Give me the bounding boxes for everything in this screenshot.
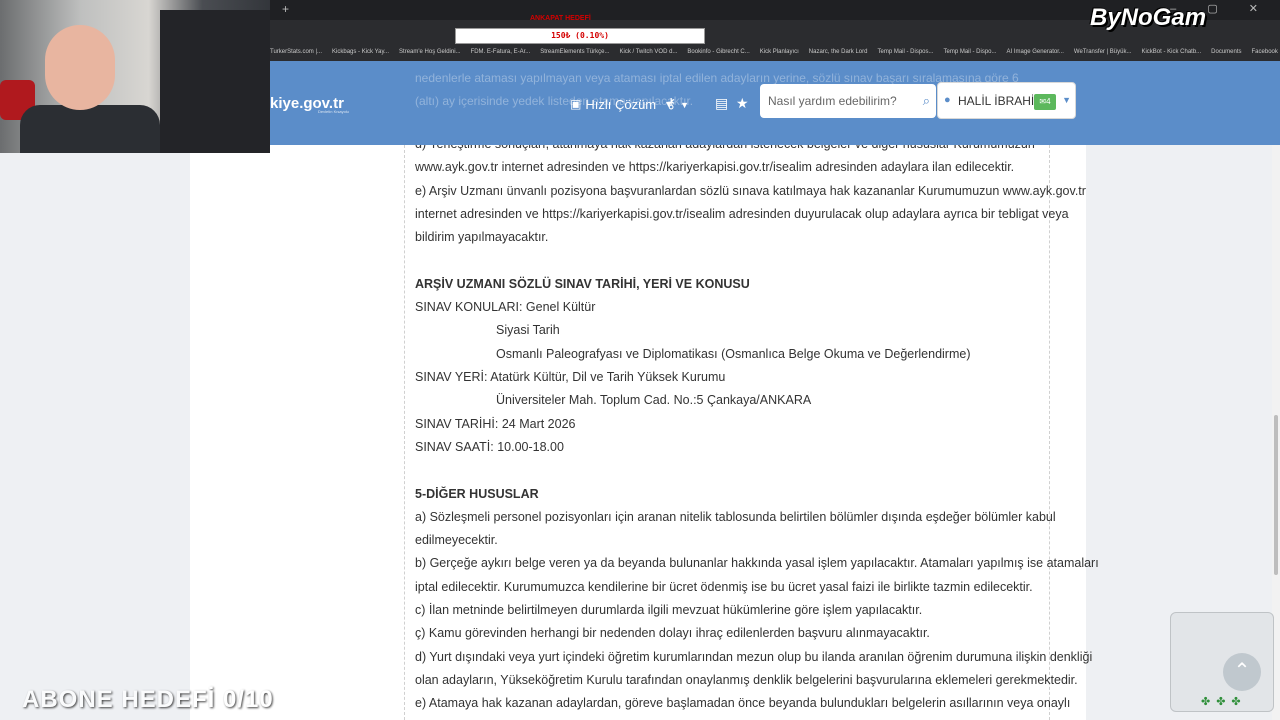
chevron-down-icon: ▼: [1062, 95, 1071, 105]
donation-goal-label: ANKAPAT HEDEFİ: [530, 15, 591, 22]
text-line: SINAV KONULARI: Genel Kültür: [415, 300, 596, 315]
star-icon[interactable]: ★: [736, 95, 749, 112]
card-icon[interactable]: ▤: [715, 95, 728, 112]
text-line: SINAV SAATİ: 10.00-18.00: [415, 439, 564, 454]
channel-logo: ByNoGam: [1090, 4, 1207, 31]
bookmark-item[interactable]: KickBot - Kick Chatb...: [1141, 44, 1201, 61]
text-line: SINAV YERİ: Atatürk Kültür, Dil ve Tarih…: [415, 370, 726, 384]
webcam-overlay: [0, 0, 270, 153]
section-heading: ARŞİV UZMANI SÖZLÜ SINAV TARİHİ, YERİ VE…: [415, 276, 750, 291]
bookmark-item[interactable]: WeTransfer | Büyük...: [1074, 44, 1132, 61]
bookmark-item[interactable]: AI Image Generator...: [1007, 44, 1064, 61]
bookmark-item[interactable]: Bookinfo - Gibrecht C...: [687, 44, 749, 61]
text-line: ç) Kamu görevinden herhangi bir nedenden…: [415, 626, 930, 641]
clover-icons: ✤✤✤: [1201, 696, 1247, 708]
bookmark-item[interactable]: Kickbags - Kick Yay...: [332, 44, 389, 61]
streamer-face: [45, 25, 115, 110]
text-line: SINAV TARİHİ: 24 Mart 2026: [415, 416, 576, 431]
user-menu[interactable]: ● HALİL İBRAHİM ✉4 ▼: [937, 82, 1076, 119]
text-line: bildirim yapılmayacaktır.: [415, 230, 549, 245]
bookmark-item[interactable]: Kick / Twitch VOD d...: [620, 44, 678, 61]
gaming-chair: [160, 10, 270, 153]
text-line: d) Yurt dışındaki veya yurt içindeki öğr…: [415, 649, 1093, 664]
search-box[interactable]: Nasıl yardım edebilirim? ⌕: [760, 84, 936, 118]
text-line: Siyasi Tarih: [496, 323, 560, 338]
text-line: iptal edilecektir. Kurumumuzca kendileri…: [415, 579, 1033, 594]
mail-badge[interactable]: ✉4: [1034, 94, 1056, 110]
bookmark-item[interactable]: StreamElements Türkçe...: [540, 44, 609, 61]
text-line: e) Arşiv Uzmanı ünvanlı pozisyona başvur…: [415, 183, 1086, 198]
section-heading: 5-DİĞER HUSUSLAR: [415, 486, 539, 501]
text-line: b) Gerçeğe aykırı belge veren ya da beya…: [415, 556, 1099, 571]
quick-solution-menu[interactable]: ▣ Hızlı Çözüm ▼: [570, 93, 673, 115]
text-line: internet adresinden ve https://kariyerka…: [415, 206, 1069, 221]
bookmark-item[interactable]: FDM. E-Fatura, E-Ar...: [471, 44, 531, 61]
donation-goal-counter: 150₺ (0.10%): [455, 28, 705, 44]
quick-solution-label: Hızlı Çözüm: [585, 96, 657, 112]
site-header: nedenlerle ataması yapılmayan veya atama…: [270, 61, 1280, 145]
chat-icon: ▣: [570, 97, 582, 111]
streamer-body: [20, 105, 160, 153]
header-faded-text-1: nedenlerle ataması yapılmayan veya atama…: [415, 71, 1019, 85]
search-input[interactable]: Nasıl yardım edebilirim?: [768, 94, 897, 108]
text-line: Osmanlı Paleografyası ve Diplomatikası (…: [496, 346, 971, 361]
user-icon: ●: [944, 94, 951, 106]
scrollbar-thumb[interactable]: [1274, 415, 1278, 575]
bookmark-item[interactable]: Documents: [1211, 44, 1241, 61]
text-line: edilmeyecektir.: [415, 533, 498, 548]
bookmark-item[interactable]: Nazarc, the Dark Lord: [809, 44, 868, 61]
text-line: Üniversiteler Mah. Toplum Cad. No.:5 Çan…: [496, 393, 812, 408]
glass-overlay: ⌃ ✤✤✤: [1170, 612, 1274, 712]
bookmarks-bar: TurkerStats.com |... Kickbags - Kick Yay.…: [270, 44, 1280, 61]
text-line: www.ayk.gov.tr internet adresinden ve ht…: [415, 160, 1015, 175]
bookmark-item[interactable]: Temp Mail - Dispos...: [877, 44, 933, 61]
bookmark-item[interactable]: Facebook: [1252, 44, 1278, 61]
key-icon[interactable]: ⚷ ▼: [666, 95, 689, 112]
bookmark-item[interactable]: Stream'e Hoş Geldini...: [399, 44, 461, 61]
bookmark-item[interactable]: Kick Planlayıcı: [760, 44, 799, 61]
bookmark-item[interactable]: Temp Mail - Dispo...: [944, 44, 997, 61]
text-line: a) Sözleşmeli personel pozisyonları için…: [415, 509, 1056, 524]
scroll-top-button[interactable]: ⌃: [1223, 653, 1261, 691]
search-icon[interactable]: ⌕: [923, 93, 930, 109]
text-line: olan adayların, Yükseköğretim Kurulu tar…: [415, 672, 1078, 687]
user-name: HALİL İBRAHİM: [958, 94, 1045, 108]
site-logo-tagline: Devletin Kısayolu: [318, 109, 349, 114]
new-tab-button[interactable]: +: [282, 2, 289, 16]
subscriber-goal: ABONE HEDEFİ 0/10: [22, 686, 274, 713]
text-line: e) Atamaya hak kazanan adaylardan, görev…: [415, 696, 1071, 711]
bookmark-item[interactable]: TurkerStats.com |...: [270, 44, 322, 61]
text-line: c) İlan metninde belirtilmeyen durumlard…: [415, 603, 923, 617]
